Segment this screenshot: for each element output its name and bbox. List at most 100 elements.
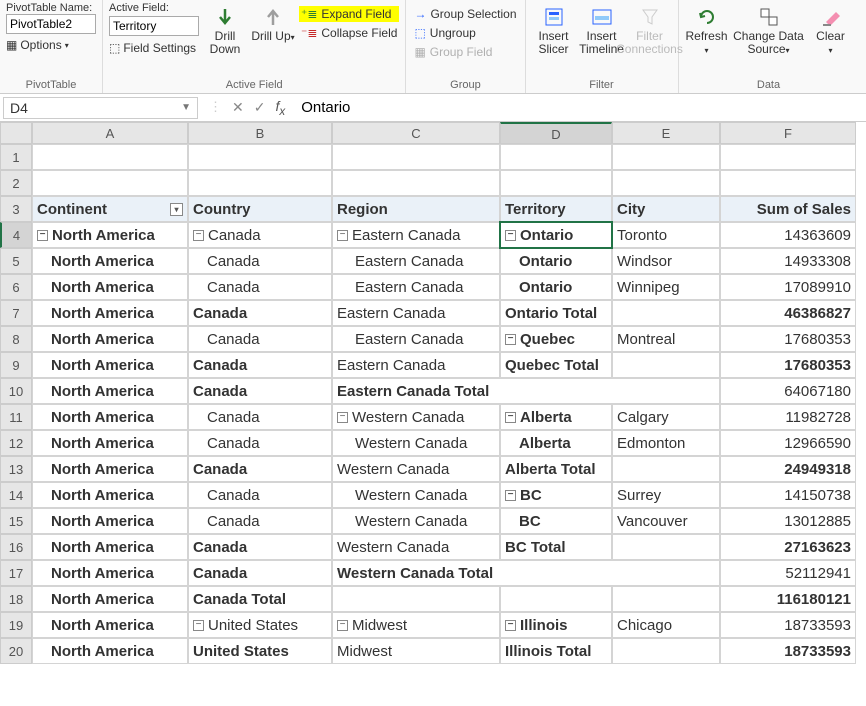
column-header[interactable]: C: [332, 122, 500, 144]
cell-region[interactable]: Western Canada Total: [332, 560, 720, 586]
cell-city[interactable]: Winnipeg: [612, 274, 720, 300]
cell-territory[interactable]: −BC: [500, 482, 612, 508]
cell-region[interactable]: [332, 144, 500, 170]
cell-region[interactable]: Western Canada: [332, 430, 500, 456]
cell-sum[interactable]: 18733593: [720, 638, 856, 664]
cell-continent[interactable]: North America: [32, 456, 188, 482]
pivottable-name-input[interactable]: [6, 14, 96, 34]
cell-sum[interactable]: 116180121: [720, 586, 856, 612]
cell-sum[interactable]: 52112941: [720, 560, 856, 586]
cell-country[interactable]: Canada: [188, 378, 332, 404]
row-header[interactable]: 4: [0, 222, 32, 248]
cell-country[interactable]: [188, 144, 332, 170]
cell-sum[interactable]: 17680353: [720, 326, 856, 352]
row-header[interactable]: 9: [0, 352, 32, 378]
cell-continent[interactable]: North America: [32, 612, 188, 638]
cell-region[interactable]: −Eastern Canada: [332, 222, 500, 248]
cell-region[interactable]: Western Canada: [332, 482, 500, 508]
expand-collapse-icon[interactable]: −: [505, 334, 516, 345]
cell-continent[interactable]: North America: [32, 326, 188, 352]
cell-continent[interactable]: −North America: [32, 222, 188, 248]
row-header[interactable]: 19: [0, 612, 32, 638]
expand-collapse-icon[interactable]: −: [505, 412, 516, 423]
column-header[interactable]: D: [500, 122, 612, 144]
cell-continent[interactable]: North America: [32, 508, 188, 534]
cell-continent[interactable]: [32, 144, 188, 170]
column-header[interactable]: E: [612, 122, 720, 144]
expand-collapse-icon[interactable]: −: [337, 412, 348, 423]
row-header[interactable]: 16: [0, 534, 32, 560]
cell-country[interactable]: Canada: [188, 248, 332, 274]
cell-territory[interactable]: Ontario Total: [500, 300, 612, 326]
cell-city[interactable]: [612, 170, 720, 196]
pivot-header-city[interactable]: City: [612, 196, 720, 222]
expand-collapse-icon[interactable]: −: [337, 230, 348, 241]
cell-sum[interactable]: 14363609: [720, 222, 856, 248]
cell-territory[interactable]: [500, 586, 612, 612]
row-header[interactable]: 17: [0, 560, 32, 586]
cell-city[interactable]: [612, 534, 720, 560]
insert-slicer-button[interactable]: Insert Slicer: [532, 2, 576, 56]
cell-continent[interactable]: [32, 170, 188, 196]
cell-continent[interactable]: North America: [32, 248, 188, 274]
cell-sum[interactable]: 24949318: [720, 456, 856, 482]
accept-formula-button[interactable]: ✓: [254, 99, 266, 116]
cell-continent[interactable]: North America: [32, 430, 188, 456]
row-header[interactable]: 14: [0, 482, 32, 508]
cell-city[interactable]: Chicago: [612, 612, 720, 638]
cell-city[interactable]: [612, 352, 720, 378]
cell-continent[interactable]: North America: [32, 560, 188, 586]
cell-territory[interactable]: −Quebec: [500, 326, 612, 352]
cell-city[interactable]: [612, 638, 720, 664]
cell-region[interactable]: Eastern Canada: [332, 326, 500, 352]
cell-territory[interactable]: −Illinois: [500, 612, 612, 638]
cell-country[interactable]: Canada: [188, 326, 332, 352]
cell-country[interactable]: Canada: [188, 560, 332, 586]
cell-country[interactable]: Canada: [188, 482, 332, 508]
expand-collapse-icon[interactable]: −: [37, 230, 48, 241]
cell-territory[interactable]: Ontario: [500, 248, 612, 274]
expand-collapse-icon[interactable]: −: [505, 230, 516, 241]
cell-region[interactable]: −Western Canada: [332, 404, 500, 430]
cell-region[interactable]: Midwest: [332, 638, 500, 664]
row-header[interactable]: 18: [0, 586, 32, 612]
group-selection-button[interactable]: →Group Selection: [412, 6, 518, 22]
row-header[interactable]: 8: [0, 326, 32, 352]
cell-sum[interactable]: 14150738: [720, 482, 856, 508]
cell-city[interactable]: Edmonton: [612, 430, 720, 456]
cell-country[interactable]: Canada: [188, 404, 332, 430]
cell-sum[interactable]: [720, 170, 856, 196]
name-box[interactable]: D4 ▼: [3, 97, 198, 119]
clear-button[interactable]: Clear▾: [809, 2, 853, 56]
cell-country[interactable]: United States: [188, 638, 332, 664]
cell-region[interactable]: Eastern Canada: [332, 300, 500, 326]
pivot-header-sum[interactable]: Sum of Sales: [720, 196, 856, 222]
cell-country[interactable]: Canada Total: [188, 586, 332, 612]
select-all-corner[interactable]: [0, 122, 32, 144]
cell-territory[interactable]: Alberta: [500, 430, 612, 456]
cell-territory[interactable]: [500, 144, 612, 170]
expand-collapse-icon[interactable]: −: [505, 620, 516, 631]
cell-territory[interactable]: Quebec Total: [500, 352, 612, 378]
cell-region[interactable]: Western Canada: [332, 456, 500, 482]
cell-region[interactable]: Eastern Canada Total: [332, 378, 720, 404]
cell-territory[interactable]: [500, 170, 612, 196]
cell-region[interactable]: Eastern Canada: [332, 274, 500, 300]
chevron-down-icon[interactable]: ▼: [181, 102, 191, 113]
cell-territory[interactable]: Illinois Total: [500, 638, 612, 664]
row-header[interactable]: 11: [0, 404, 32, 430]
cell-region[interactable]: Western Canada: [332, 534, 500, 560]
cell-city[interactable]: [612, 300, 720, 326]
row-header[interactable]: 3: [0, 196, 32, 222]
cell-continent[interactable]: North America: [32, 352, 188, 378]
cell-city[interactable]: [612, 456, 720, 482]
cell-sum[interactable]: [720, 144, 856, 170]
row-header[interactable]: 7: [0, 300, 32, 326]
cell-territory[interactable]: −Alberta: [500, 404, 612, 430]
pivot-header-region[interactable]: Region: [332, 196, 500, 222]
cell-territory[interactable]: BC: [500, 508, 612, 534]
cell-territory[interactable]: Ontario: [500, 274, 612, 300]
cell-continent[interactable]: North America: [32, 274, 188, 300]
expand-collapse-icon[interactable]: −: [337, 620, 348, 631]
active-field-input[interactable]: [109, 16, 199, 36]
